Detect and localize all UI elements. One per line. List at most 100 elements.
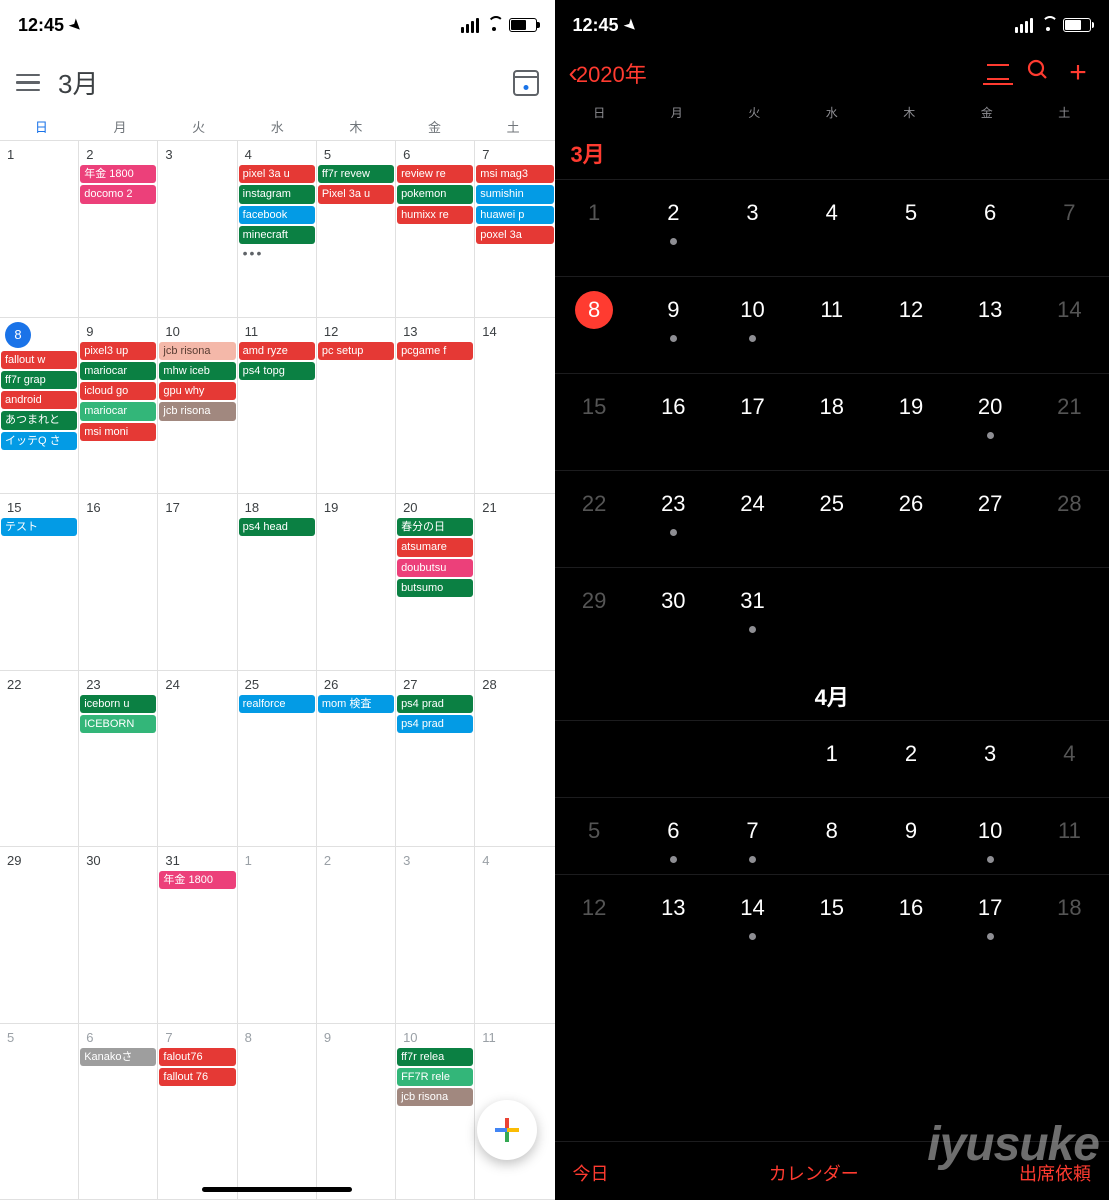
event-chip[interactable]: ICEBORN [80,715,156,733]
calendar-cell[interactable]: 10 [713,277,792,373]
calendar-cell[interactable] [871,568,950,664]
calendar-cell[interactable]: 26 [871,471,950,567]
calendar-cell[interactable]: 17 [713,374,792,470]
event-chip[interactable]: pixel 3a u [239,165,315,183]
calendar-cell[interactable]: 16 [79,494,158,670]
event-chip[interactable]: huawei p [476,206,553,224]
calendar-cell[interactable]: 8 [792,798,871,874]
calendar-cell[interactable]: 6 [951,180,1030,276]
calendar-cell[interactable]: 25 [792,471,871,567]
today-icon[interactable] [513,70,539,96]
calendar-cell[interactable]: 7falout76fallout 76 [158,1024,237,1200]
event-chip[interactable]: FF7R rele [397,1068,473,1086]
event-chip[interactable]: fallout 76 [159,1068,235,1086]
calendar-cell[interactable]: 25realforce [238,671,317,847]
search-button[interactable] [1021,58,1055,89]
calendar-cell[interactable]: 5 [0,1024,79,1200]
event-chip[interactable]: docomo 2 [80,185,156,203]
event-chip[interactable]: ps4 topg [239,362,315,380]
calendar-cell[interactable]: 1 [0,141,79,317]
list-view-button[interactable] [981,59,1015,87]
event-chip[interactable]: instagram [239,185,315,203]
calendar-cell[interactable]: 20 [951,374,1030,470]
event-chip[interactable]: fallout w [1,351,77,369]
calendar-cell[interactable]: 29 [0,847,79,1023]
calendar-cell[interactable]: 16 [634,374,713,470]
event-chip[interactable]: iceborn u [80,695,156,713]
event-chip[interactable]: jcb risona [159,402,235,420]
calendar-cell[interactable]: 15テスト [0,494,79,670]
home-indicator[interactable] [202,1187,352,1192]
calendar-cell[interactable]: 3 [396,847,475,1023]
calendar-cell[interactable]: 24 [158,671,237,847]
event-chip[interactable]: mariocar [80,362,156,380]
calendar-cell[interactable]: 29 [555,568,634,664]
calendar-cell[interactable]: 14 [475,318,554,494]
calendar-cell[interactable]: 31年金 1800 [158,847,237,1023]
calendar-cell[interactable]: 21 [475,494,554,670]
month-title[interactable]: 3月 [58,64,98,101]
calendar-cell[interactable]: 24 [713,471,792,567]
event-chip[interactable]: android [1,391,77,409]
calendars-button[interactable]: カレンダー [769,1160,859,1186]
calendar-cell[interactable]: 1 [792,721,871,797]
ios-april-grid[interactable]: 123456789101112131415161718 [555,720,1109,951]
calendar-cell[interactable]: 4 [475,847,554,1023]
calendar-cell[interactable]: 8 [238,1024,317,1200]
menu-icon[interactable] [16,74,40,92]
event-chip[interactable]: gpu why [159,382,235,400]
event-chip[interactable]: amd ryze [239,342,315,360]
calendar-cell[interactable] [634,721,713,797]
calendar-cell[interactable]: 8 [555,277,634,373]
calendar-cell[interactable]: 7 [1030,180,1109,276]
calendar-cell[interactable]: 9pixel3 upmariocaricloud gomariocarmsi m… [79,318,158,494]
event-chip[interactable]: pcgame f [397,342,473,360]
calendar-cell[interactable] [713,721,792,797]
calendar-cell[interactable]: 2 [871,721,950,797]
event-chip[interactable]: ff7r grap [1,371,77,389]
event-chip[interactable]: ff7r relea [397,1048,473,1066]
calendar-cell[interactable]: 10 [951,798,1030,874]
event-chip[interactable]: sumishin [476,185,553,203]
add-button[interactable]: + [1061,56,1095,90]
calendar-cell[interactable]: 9 [634,277,713,373]
calendar-cell[interactable]: 12 [555,875,634,951]
event-chip[interactable]: jcb risona [159,342,235,360]
calendar-cell[interactable]: 13 [951,277,1030,373]
event-chip[interactable]: msi mag3 [476,165,553,183]
event-chip[interactable]: humixx re [397,206,473,224]
calendar-cell[interactable]: 3 [158,141,237,317]
calendar-cell[interactable] [1030,568,1109,664]
calendar-cell[interactable]: 5 [555,798,634,874]
calendar-cell[interactable]: 4pixel 3a uinstagramfacebookminecraft••• [238,141,317,317]
calendar-cell[interactable]: 3 [951,721,1030,797]
event-chip[interactable]: あつまれと [1,411,77,429]
event-chip[interactable]: ps4 prad [397,695,473,713]
calendar-cell[interactable]: 11amd ryzeps4 topg [238,318,317,494]
calendar-cell[interactable] [792,568,871,664]
calendar-cell[interactable]: 16 [871,875,950,951]
calendar-cell[interactable]: 30 [634,568,713,664]
calendar-cell[interactable]: 23iceborn uICEBORN [79,671,158,847]
calendar-cell[interactable]: 10ff7r releaFF7R relejcb risona [396,1024,475,1200]
calendar-cell[interactable]: 17 [951,875,1030,951]
calendar-cell[interactable]: 15 [555,374,634,470]
event-chip[interactable]: realforce [239,695,315,713]
calendar-cell[interactable]: 7msi mag3sumishinhuawei ppoxel 3a [475,141,554,317]
ios-march-grid[interactable]: 1234567891011121314151617181920212223242… [555,179,1109,664]
event-chip[interactable]: poxel 3a [476,226,553,244]
event-chip[interactable]: Pixel 3a u [318,185,394,203]
event-chip[interactable]: msi moni [80,423,156,441]
calendar-cell[interactable]: 7 [713,798,792,874]
calendar-cell[interactable]: 6 [634,798,713,874]
calendar-cell[interactable]: 2年金 1800docomo 2 [79,141,158,317]
event-chip[interactable]: butsumo [397,579,473,597]
event-chip[interactable]: icloud go [80,382,156,400]
event-chip[interactable]: ff7r revew [318,165,394,183]
event-chip[interactable]: Kanakoさ [80,1048,156,1066]
calendar-cell[interactable]: 6review repokemonhumixx re [396,141,475,317]
calendar-cell[interactable]: 27ps4 pradps4 prad [396,671,475,847]
calendar-cell[interactable]: 28 [475,671,554,847]
calendar-cell[interactable] [555,721,634,797]
event-chip[interactable]: minecraft [239,226,315,244]
